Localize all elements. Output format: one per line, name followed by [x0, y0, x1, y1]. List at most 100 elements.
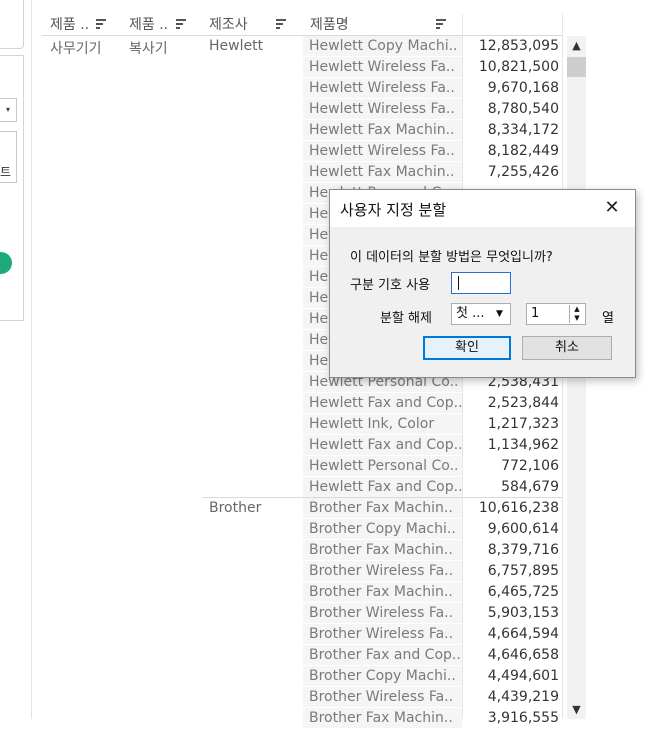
left-panel-button[interactable]: 트 [0, 131, 17, 183]
sales-value-cell: 772,106 [501, 458, 559, 474]
sales-value-cell: 5,903,153 [487, 605, 559, 621]
table-row[interactable]: Hewlett Fax Machin.. 7,255,426 [303, 162, 562, 183]
product-name-cell[interactable]: Hewlett Ink, Color [303, 414, 462, 434]
cancel-button[interactable]: 취소 [522, 336, 612, 360]
product-name-cell[interactable]: Hewlett Wireless Fa.. [303, 99, 462, 119]
table-row[interactable]: Hewlett Fax and Cop.. 2,523,844 [303, 393, 562, 414]
header-category[interactable]: 제품 .. [50, 14, 89, 34]
product-name-cell[interactable]: Brother Wireless Fa.. [303, 561, 462, 581]
table-row[interactable]: Hewlett Wireless Fa.. 9,670,168 [303, 78, 562, 99]
table-row[interactable]: Hewlett Wireless Fa.. 8,780,540 [303, 99, 562, 120]
sales-value-cell: 10,821,500 [478, 59, 559, 75]
panel-divider [31, 0, 32, 719]
product-name-cell[interactable]: Brother Copy Machi.. [303, 666, 462, 686]
product-name-cell[interactable]: Brother Wireless Fa.. [303, 687, 462, 707]
sort-icon[interactable] [96, 19, 106, 29]
sales-value-cell: 4,439,219 [487, 689, 559, 705]
table-row[interactable]: Hewlett Fax and Cop.. 1,134,962 [303, 435, 562, 456]
scroll-down-icon[interactable]: ▼ [567, 700, 586, 719]
table-row[interactable]: Brother Wireless Fa.. 4,439,219 [303, 687, 562, 708]
split-mode-select[interactable]: 첫 ... ▼ [451, 303, 511, 325]
sales-value-cell: 9,670,168 [487, 80, 559, 96]
sales-value-cell: 6,757,895 [487, 563, 559, 579]
left-panel: ▾ 트 [0, 0, 24, 719]
product-name-cell[interactable]: Hewlett Copy Machi.. [303, 36, 462, 56]
product-name-cell[interactable]: Brother Fax Machin.. [303, 582, 462, 602]
table-row[interactable]: Hewlett Fax Machin.. 8,334,172 [303, 120, 562, 141]
sales-value-cell: 12,853,095 [478, 38, 559, 54]
sort-icon[interactable] [176, 19, 186, 29]
ok-button[interactable]: 확인 [423, 336, 511, 360]
dialog-titlebar: 사용자 지정 분할 ✕ [330, 190, 635, 227]
dialog-question: 이 데이터의 분할 방법은 무엇입니까? [350, 250, 553, 265]
chevron-down-icon: ▼ [496, 309, 503, 319]
table-row[interactable]: Hewlett Wireless Fa.. 10,821,500 [303, 57, 562, 78]
dialog-title: 사용자 지정 분할 [340, 201, 447, 219]
product-name-cell[interactable]: Hewlett Fax Machin.. [303, 162, 462, 182]
table-row[interactable]: Brother Copy Machi.. 9,600,614 [303, 519, 562, 540]
subcategory-cell[interactable]: 복사기 [129, 38, 168, 58]
product-name-cell[interactable]: Brother Wireless Fa.. [303, 624, 462, 644]
header-subcategory[interactable]: 제품 .. [129, 14, 168, 34]
scroll-up-icon[interactable]: ▲ [567, 36, 586, 55]
product-name-cell[interactable]: Hewlett Fax and Cop.. [303, 393, 462, 413]
sales-value-cell: 6,465,725 [487, 584, 559, 600]
scrollbar-thumb[interactable] [567, 57, 586, 77]
table-row[interactable]: Brother Wireless Fa.. 4,664,594 [303, 624, 562, 645]
stepper-up-icon[interactable]: ▲ [570, 305, 584, 314]
column-count-value: 1 [531, 306, 540, 321]
sales-value-cell: 2,523,844 [487, 395, 559, 411]
table-row[interactable]: Brother Fax and Cop.. 4,646,658 [303, 645, 562, 666]
sales-value-cell: 4,646,658 [487, 647, 559, 663]
product-name-cell[interactable]: Brother Copy Machi.. [303, 519, 462, 539]
header-product-name[interactable]: 제품명 [310, 14, 349, 34]
table-row[interactable]: Brother Wireless Fa.. 5,903,153 [303, 603, 562, 624]
category-cell[interactable]: 사무기기 [50, 38, 102, 58]
chevron-down-icon[interactable]: ▾ [0, 98, 17, 122]
product-name-cell[interactable]: Hewlett Fax and Cop.. [303, 477, 462, 497]
sales-value-cell: 8,780,540 [487, 101, 559, 117]
product-name-cell[interactable]: Brother Fax and Cop.. [303, 645, 462, 665]
stepper-down-icon[interactable]: ▼ [570, 314, 584, 323]
product-name-cell[interactable]: Brother Fax Machin.. [303, 708, 462, 728]
product-name-cell[interactable]: Hewlett Fax Machin.. [303, 120, 462, 140]
product-name-cell[interactable]: Brother Fax Machin.. [303, 498, 462, 518]
table-row[interactable]: Hewlett Wireless Fa.. 8,182,449 [303, 141, 562, 162]
left-panel-top [0, 0, 24, 49]
product-name-cell[interactable]: Hewlett Fax and Cop.. [303, 435, 462, 455]
sales-value-cell: 3,916,555 [487, 710, 559, 726]
product-name-cell[interactable]: Hewlett Wireless Fa.. [303, 57, 462, 77]
product-name-cell[interactable]: Brother Wireless Fa.. [303, 603, 462, 623]
product-name-cell[interactable]: Hewlett Wireless Fa.. [303, 78, 462, 98]
table-row[interactable]: Brother Wireless Fa.. 6,757,895 [303, 561, 562, 582]
sort-icon[interactable] [276, 19, 286, 29]
separator-input[interactable] [451, 272, 511, 294]
product-name-cell[interactable]: Brother Fax Machin.. [303, 540, 462, 560]
table-row[interactable]: Hewlett Fax and Cop.. 584,679 [303, 477, 562, 498]
sales-value-cell: 7,255,426 [487, 164, 559, 180]
table-row[interactable]: Hewlett Ink, Color 1,217,323 [303, 414, 562, 435]
split-mode-value: 첫 ... [456, 306, 485, 321]
table-row[interactable]: Hewlett Copy Machi.. 12,853,095 [303, 36, 562, 57]
table-row[interactable]: Hewlett Personal Co.. 772,106 [303, 456, 562, 477]
product-name-cell[interactable]: Hewlett Personal Co.. [303, 456, 462, 476]
sort-icon[interactable] [436, 19, 446, 29]
sales-value-cell: 9,600,614 [487, 521, 559, 537]
table-row[interactable]: Brother Fax Machin.. 8,379,716 [303, 540, 562, 561]
custom-split-dialog: 사용자 지정 분할 ✕ 이 데이터의 분할 방법은 무엇입니까? 구분 기호 사… [329, 189, 636, 378]
header-manufacturer[interactable]: 제조사 [209, 14, 248, 34]
close-icon[interactable]: ✕ [600, 196, 624, 220]
sales-value-cell: 1,217,323 [487, 416, 559, 432]
text-caret [458, 276, 459, 290]
manufacturer-cell[interactable]: Brother [209, 500, 261, 516]
manufacturer-cell[interactable]: Hewlett [209, 38, 263, 54]
split-label: 분할 해제 [380, 311, 432, 326]
table-row[interactable]: Brother Copy Machi.. 4,494,601 [303, 666, 562, 687]
sales-value-cell: 4,664,594 [487, 626, 559, 642]
table-row[interactable]: Brother Fax Machin.. 10,616,238 [303, 498, 562, 519]
column-count-stepper[interactable]: 1 ▲ ▼ [526, 303, 586, 325]
sales-value-cell: 8,379,716 [487, 542, 559, 558]
product-name-cell[interactable]: Hewlett Wireless Fa.. [303, 141, 462, 161]
sales-value-cell: 10,616,238 [478, 500, 559, 516]
table-row[interactable]: Brother Fax Machin.. 6,465,725 [303, 582, 562, 603]
